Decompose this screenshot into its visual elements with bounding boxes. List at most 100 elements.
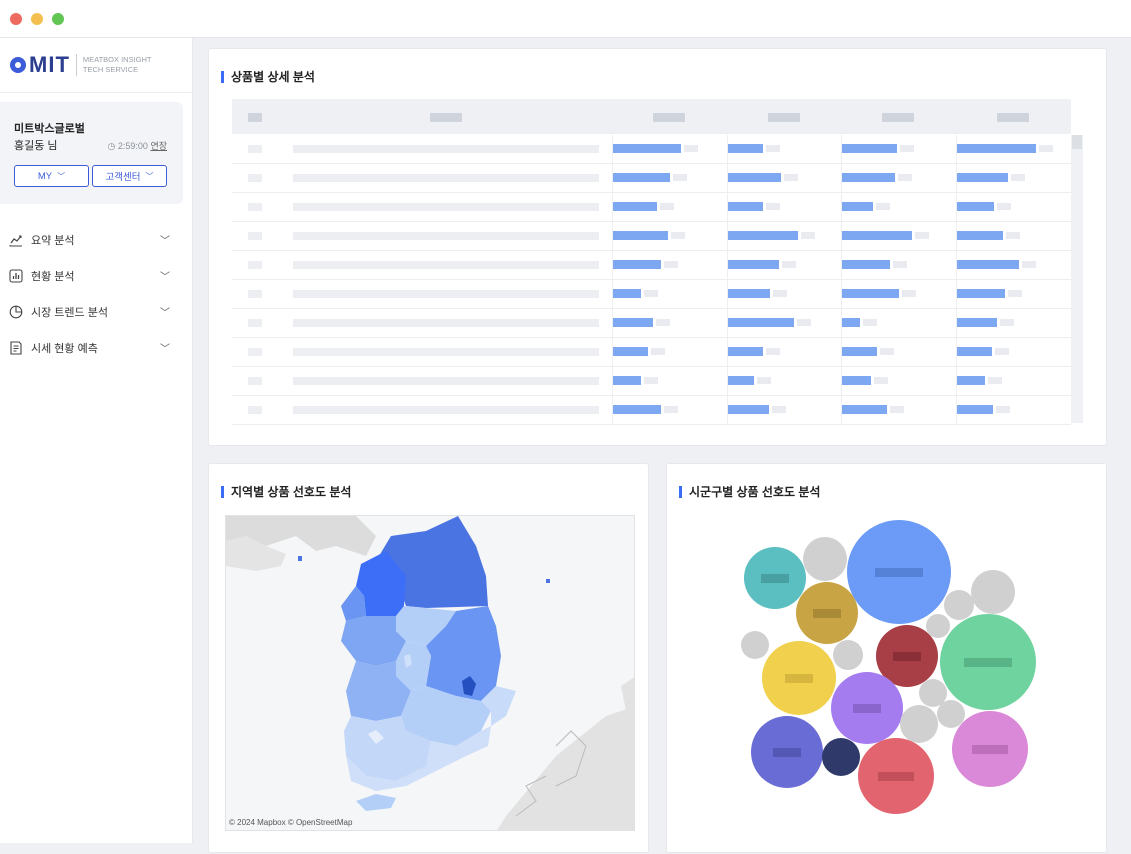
value-bar [728,260,779,269]
bubble-grey[interactable] [741,631,769,659]
trend-line-icon [9,235,22,247]
extend-session-link[interactable]: 연장 [150,141,167,151]
bubble-label-placeholder [878,772,914,781]
customer-center-button[interactable]: 고객센터 ﹀ [92,165,167,187]
value-placeholder [1008,290,1022,297]
product-name-placeholder [293,377,599,385]
value-placeholder [660,203,674,210]
bar-chart-icon [9,269,23,283]
value-bar [613,289,641,298]
value-placeholder [773,290,787,297]
value-bar [957,347,992,356]
value-placeholder [893,261,907,268]
app-logo[interactable]: MIT MEATBOX INSIGHT TECH SERVICE [10,52,152,78]
chevron-down-icon: ﹀ [145,171,154,181]
value-placeholder [900,145,914,152]
table-row[interactable] [232,222,1071,251]
table-row[interactable] [232,193,1071,222]
product-name-placeholder [293,406,599,414]
bubble-grey[interactable] [926,614,950,638]
row-index-placeholder [248,348,262,356]
value-bar [957,405,993,414]
table-row[interactable] [232,164,1071,193]
bubble-grey[interactable] [833,640,863,670]
value-placeholder [995,348,1009,355]
bubble-grey[interactable] [900,705,938,743]
chevron-down-icon: ﹀ [57,171,66,181]
scroll-thumb[interactable] [1072,135,1082,149]
value-placeholder [1039,145,1053,152]
bubble-label-placeholder [853,704,881,713]
bubble-grey[interactable] [944,590,974,620]
value-bar [728,173,781,182]
value-placeholder [997,203,1011,210]
korea-choropleth-map[interactable] [226,516,635,831]
row-index-placeholder [248,290,262,298]
company-name: 미트박스글로벌 [14,123,85,135]
value-bar [613,347,648,356]
chevron-down-icon: ﹀ [160,236,170,247]
bubble-grey[interactable] [971,570,1015,614]
chevron-down-icon: ﹀ [160,272,170,283]
value-placeholder [902,290,916,297]
nav-item-status[interactable]: 현황 분석 ﹀ [0,258,192,294]
panel-title: 상품별 상세 분석 [221,68,315,85]
bubble-label-placeholder [875,568,923,577]
value-bar [613,173,670,182]
bubble-grey[interactable] [803,537,847,581]
bubble-grey[interactable] [937,700,965,728]
value-bar [728,144,763,153]
row-index-placeholder [248,145,262,153]
product-name-placeholder [293,261,599,269]
document-icon [10,341,22,355]
value-bar [613,260,661,269]
my-menu-button[interactable]: MY ﹀ [14,165,89,187]
bubble-label-placeholder [773,748,801,757]
region-preference-panel: 지역별 상품 선호도 분석 © 2024 Mapbox © OpenStreet… [208,463,649,853]
value-bar [728,231,798,240]
product-name-placeholder [293,174,599,182]
nav-item-summary[interactable]: 요약 분석 ﹀ [0,222,192,258]
maximize-window-button[interactable] [52,13,64,25]
bubble-navy[interactable] [822,738,860,776]
table-row[interactable] [232,309,1071,338]
value-placeholder [766,348,780,355]
close-window-button[interactable] [10,13,22,25]
header-placeholder [768,113,800,122]
value-placeholder [664,261,678,268]
map-credit: © 2024 Mapbox © OpenStreetMap [229,818,353,827]
region-map[interactable]: © 2024 Mapbox © OpenStreetMap [225,515,635,831]
table-row[interactable] [232,280,1071,309]
table-row[interactable] [232,396,1071,425]
value-placeholder [784,174,798,181]
district-preference-panel: 시군구별 상품 선호도 분석 [666,463,1107,853]
bubble-label-placeholder [893,652,921,661]
value-placeholder [766,203,780,210]
value-placeholder [1006,232,1020,239]
table-row[interactable] [232,135,1071,164]
value-placeholder [880,348,894,355]
value-placeholder [801,232,815,239]
table-row[interactable] [232,367,1071,396]
bubble-label-placeholder [972,745,1008,754]
district-bubble-chart[interactable] [667,464,1108,854]
value-placeholder [1000,319,1014,326]
value-placeholder [671,232,685,239]
nav-item-market-trend[interactable]: 시장 트렌드 분석 ﹀ [0,294,192,330]
chevron-down-icon: ﹀ [160,344,170,355]
nav-item-price-forecast[interactable]: 시세 현황 예측 ﹀ [0,330,192,366]
table-row[interactable] [232,338,1071,367]
value-bar [957,231,1003,240]
value-bar [728,318,794,327]
table-row[interactable] [232,251,1071,280]
product-name-placeholder [293,348,599,356]
value-placeholder [684,145,698,152]
value-bar [842,405,887,414]
header-placeholder [997,113,1029,122]
session-timer: ◷ 2:59:00 연장 [108,139,167,152]
value-bar [842,260,890,269]
minimize-window-button[interactable] [31,13,43,25]
value-placeholder [772,406,786,413]
user-card: 미트박스글로벌 홍길동 님 ◷ 2:59:00 연장 MY ﹀ 고객센터 ﹀ [0,102,183,204]
table-scrollbar[interactable] [1071,135,1083,423]
